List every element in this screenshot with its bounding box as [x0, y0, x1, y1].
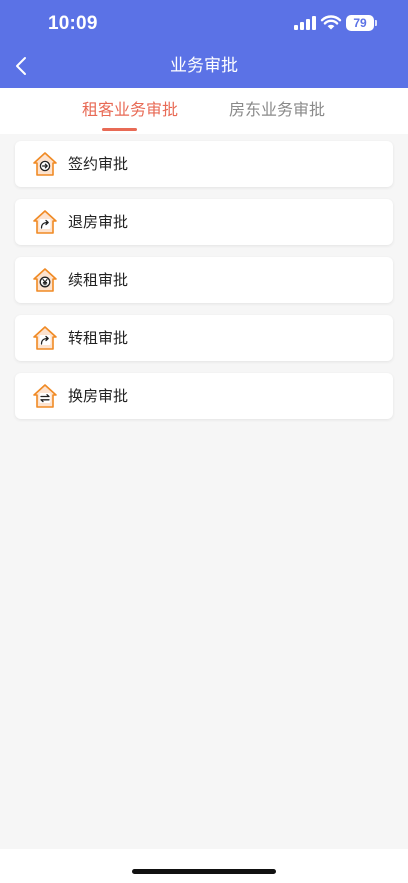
list-item-sign-approval[interactable]: 签约审批: [15, 141, 393, 187]
tab-tenant-approval[interactable]: 租客业务审批: [82, 99, 178, 121]
status-time: 10:09: [48, 13, 98, 34]
page-title: 业务审批: [170, 56, 238, 76]
battery-level: 79: [346, 15, 374, 31]
list-item-renewal-approval[interactable]: 续租审批: [15, 257, 393, 303]
list-item-label: 转租审批: [68, 329, 129, 347]
house-yen-icon: [33, 268, 57, 292]
list-item-label: 换房审批: [68, 387, 129, 405]
status-bar: 10:09 79: [0, 0, 408, 46]
wifi-icon: [320, 15, 342, 30]
nav-bar: 业务审批: [0, 46, 408, 88]
tab-landlord-approval[interactable]: 房东业务审批: [229, 99, 325, 121]
house-swap-arrows-icon: [33, 384, 57, 408]
bottom-safe-area: [0, 849, 408, 883]
list-item-label: 续租审批: [68, 271, 129, 289]
battery-tip: [375, 20, 377, 26]
tab-active-indicator: [102, 128, 137, 131]
battery-icon: 79: [346, 15, 377, 31]
list-item-checkout-approval[interactable]: 退房审批: [15, 199, 393, 245]
list-item-room-change-approval[interactable]: 换房审批: [15, 373, 393, 419]
house-forward-arrow-icon: [33, 326, 57, 350]
house-return-arrow-icon: [33, 210, 57, 234]
house-arrow-right-icon: [33, 152, 57, 176]
list-item-sublet-approval[interactable]: 转租审批: [15, 315, 393, 361]
approval-list: 签约审批 退房审批 续租审批 转租审批 换房审批: [15, 141, 393, 431]
home-indicator[interactable]: [132, 869, 276, 874]
list-item-label: 签约审批: [68, 155, 129, 173]
list-item-label: 退房审批: [68, 213, 129, 231]
tab-bar: 租客业务审批 房东业务审批: [0, 88, 408, 134]
signal-icon: [294, 16, 316, 30]
app-header: 10:09 79 业务审批: [0, 0, 408, 88]
